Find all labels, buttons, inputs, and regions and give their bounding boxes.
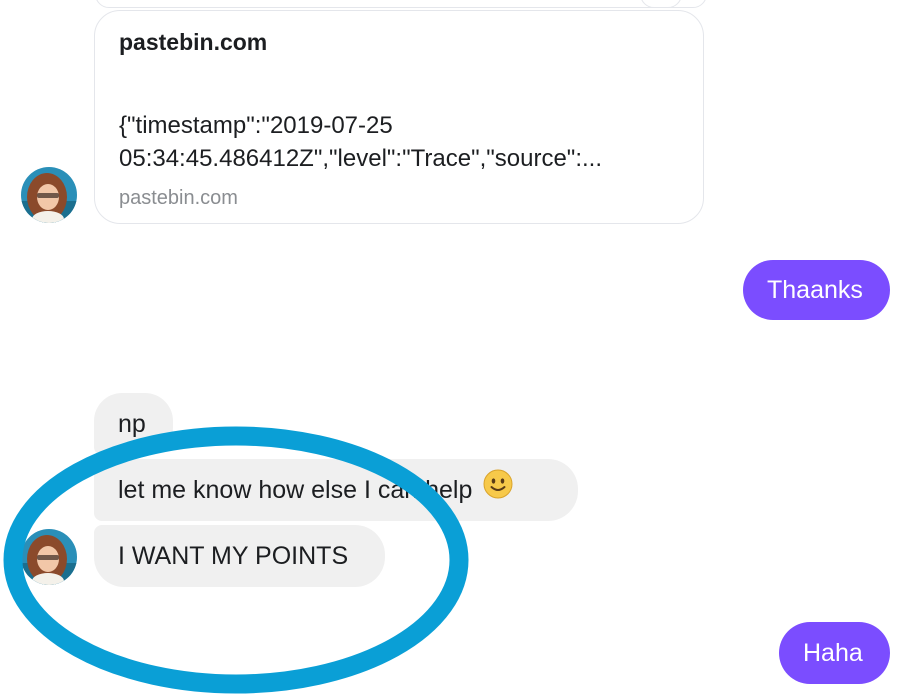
slightly-smiling-face-icon [483,460,513,522]
link-preview-card[interactable]: pastebin.com {"timestamp":"2019-07-25 05… [94,10,704,224]
outgoing-message-thaanks[interactable]: Thaanks [743,260,890,320]
incoming-message-help-text: let me know how else I can help [118,476,473,504]
link-preview-description: {"timestamp":"2019-07-25 05:34:45.486412… [119,112,602,172]
incoming-message-np[interactable]: np [94,393,173,455]
avatar-image [21,529,77,585]
incoming-message-help[interactable]: let me know how else I can help [94,459,578,521]
outgoing-message-haha[interactable]: Haha [779,622,890,684]
contact-avatar[interactable] [21,529,77,585]
incoming-message-points[interactable]: I WANT MY POINTS [94,525,385,587]
contact-avatar[interactable] [21,167,77,223]
previous-message-bubble [95,0,707,8]
avatar-image [21,167,77,223]
link-preview-domain: pastebin.com [119,187,238,209]
link-preview-title: pastebin.com [119,29,268,55]
